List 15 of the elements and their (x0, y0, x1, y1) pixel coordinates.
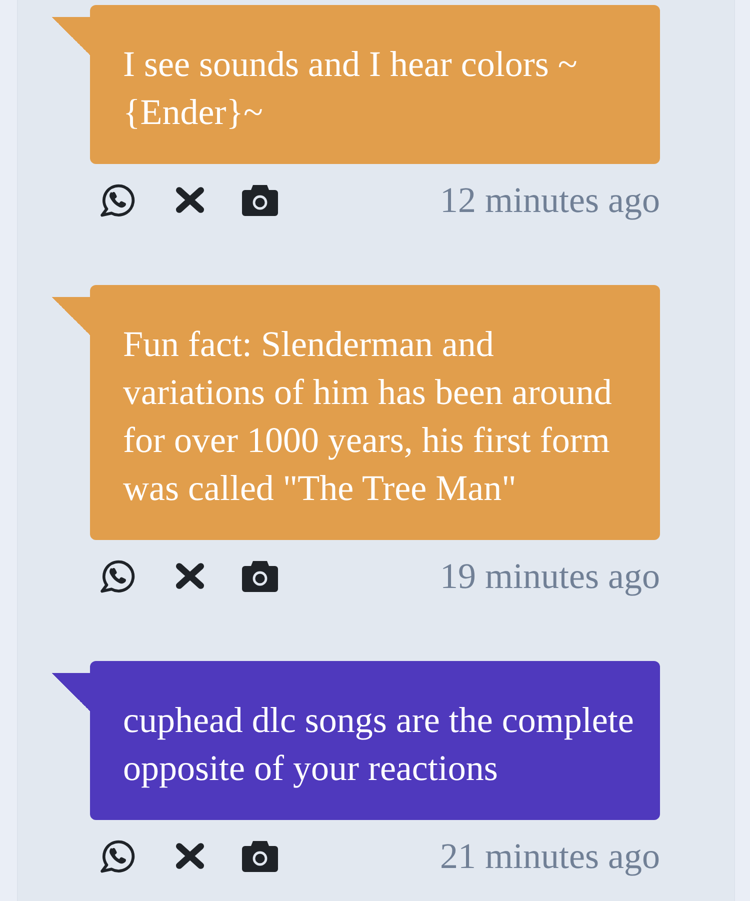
close-icon[interactable] (176, 563, 204, 589)
camera-icon[interactable] (242, 184, 278, 216)
chat-phone-icon[interactable] (100, 559, 136, 593)
close-icon[interactable] (176, 187, 204, 213)
timestamp: 21 minutes ago (440, 835, 660, 878)
close-icon[interactable] (176, 843, 204, 869)
message-text: cuphead dlc songs are the complete opposite of your reactions (123, 699, 635, 790)
timestamp: 12 minutes ago (440, 179, 660, 222)
message-text: Fun fact: Slenderman and variations of him has been around for over 1000 years, his first form was called "The Tree Man" (123, 323, 613, 510)
chat-phone-icon[interactable] (100, 183, 136, 217)
chat-phone-icon[interactable] (100, 839, 136, 873)
camera-icon[interactable] (242, 560, 278, 592)
timestamp: 19 minutes ago (440, 555, 660, 598)
message-text: I see sounds and I hear colors ~ {Ender}~ (123, 43, 578, 134)
camera-icon[interactable] (242, 840, 278, 872)
